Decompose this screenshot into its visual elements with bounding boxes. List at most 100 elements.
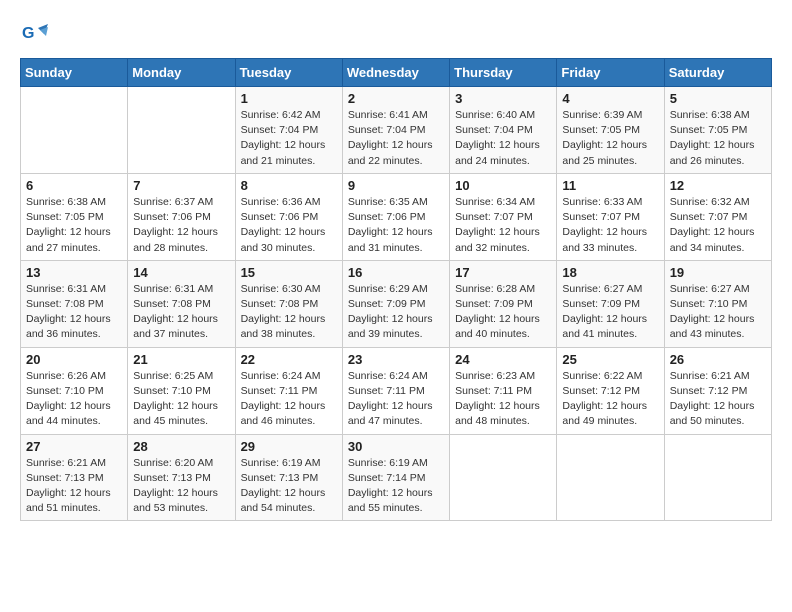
calendar-cell xyxy=(664,434,771,521)
day-number: 6 xyxy=(26,178,122,193)
day-number: 26 xyxy=(670,352,766,367)
logo-icon: G xyxy=(20,20,48,48)
calendar-cell: 18 Sunrise: 6:27 AM Sunset: 7:09 PM Dayli… xyxy=(557,260,664,347)
day-info: Sunrise: 6:38 AM Sunset: 7:05 PM Dayligh… xyxy=(26,195,122,256)
calendar-cell: 28 Sunrise: 6:20 AM Sunset: 7:13 PM Dayli… xyxy=(128,434,235,521)
day-info: Sunrise: 6:21 AM Sunset: 7:13 PM Dayligh… xyxy=(26,456,122,517)
day-number: 29 xyxy=(241,439,337,454)
calendar-cell xyxy=(21,87,128,174)
day-number: 8 xyxy=(241,178,337,193)
day-info: Sunrise: 6:29 AM Sunset: 7:09 PM Dayligh… xyxy=(348,282,444,343)
day-number: 9 xyxy=(348,178,444,193)
weekday-header-sunday: Sunday xyxy=(21,59,128,87)
day-info: Sunrise: 6:27 AM Sunset: 7:09 PM Dayligh… xyxy=(562,282,658,343)
calendar-cell: 14 Sunrise: 6:31 AM Sunset: 7:08 PM Dayli… xyxy=(128,260,235,347)
day-number: 10 xyxy=(455,178,551,193)
day-number: 16 xyxy=(348,265,444,280)
day-info: Sunrise: 6:39 AM Sunset: 7:05 PM Dayligh… xyxy=(562,108,658,169)
day-number: 21 xyxy=(133,352,229,367)
day-number: 25 xyxy=(562,352,658,367)
calendar-cell: 10 Sunrise: 6:34 AM Sunset: 7:07 PM Dayli… xyxy=(450,173,557,260)
day-info: Sunrise: 6:20 AM Sunset: 7:13 PM Dayligh… xyxy=(133,456,229,517)
calendar-cell xyxy=(450,434,557,521)
calendar-cell: 21 Sunrise: 6:25 AM Sunset: 7:10 PM Dayli… xyxy=(128,347,235,434)
day-number: 3 xyxy=(455,91,551,106)
day-info: Sunrise: 6:19 AM Sunset: 7:14 PM Dayligh… xyxy=(348,456,444,517)
day-number: 7 xyxy=(133,178,229,193)
calendar-cell: 7Sunrise: 6:37 AM Sunset: 7:06 PM Daylig… xyxy=(128,173,235,260)
day-number: 12 xyxy=(670,178,766,193)
weekday-header-tuesday: Tuesday xyxy=(235,59,342,87)
calendar-body: 1Sunrise: 6:42 AM Sunset: 7:04 PM Daylig… xyxy=(21,87,772,521)
calendar-cell: 13 Sunrise: 6:31 AM Sunset: 7:08 PM Dayli… xyxy=(21,260,128,347)
calendar-cell: 17 Sunrise: 6:28 AM Sunset: 7:09 PM Dayli… xyxy=(450,260,557,347)
day-number: 17 xyxy=(455,265,551,280)
day-number: 4 xyxy=(562,91,658,106)
calendar-cell: 24Sunrise: 6:23 AM Sunset: 7:11 PM Dayli… xyxy=(450,347,557,434)
day-info: Sunrise: 6:26 AM Sunset: 7:10 PM Dayligh… xyxy=(26,369,122,430)
day-number: 18 xyxy=(562,265,658,280)
calendar-cell: 20Sunrise: 6:26 AM Sunset: 7:10 PM Dayli… xyxy=(21,347,128,434)
day-info: Sunrise: 6:40 AM Sunset: 7:04 PM Dayligh… xyxy=(455,108,551,169)
calendar-cell: 22Sunrise: 6:24 AM Sunset: 7:11 PM Dayli… xyxy=(235,347,342,434)
page-header: G xyxy=(20,20,772,48)
calendar-cell: 26 Sunrise: 6:21 AM Sunset: 7:12 PM Dayli… xyxy=(664,347,771,434)
day-info: Sunrise: 6:27 AM Sunset: 7:10 PM Dayligh… xyxy=(670,282,766,343)
calendar-cell: 19 Sunrise: 6:27 AM Sunset: 7:10 PM Dayli… xyxy=(664,260,771,347)
logo: G xyxy=(20,20,50,48)
weekday-header-monday: Monday xyxy=(128,59,235,87)
day-info: Sunrise: 6:21 AM Sunset: 7:12 PM Dayligh… xyxy=(670,369,766,430)
day-info: Sunrise: 6:24 AM Sunset: 7:11 PM Dayligh… xyxy=(348,369,444,430)
calendar-cell: 12 Sunrise: 6:32 AM Sunset: 7:07 PM Dayli… xyxy=(664,173,771,260)
day-info: Sunrise: 6:41 AM Sunset: 7:04 PM Dayligh… xyxy=(348,108,444,169)
day-number: 27 xyxy=(26,439,122,454)
calendar-cell xyxy=(128,87,235,174)
weekday-header-row: SundayMondayTuesdayWednesdayThursdayFrid… xyxy=(21,59,772,87)
weekday-header-friday: Friday xyxy=(557,59,664,87)
day-info: Sunrise: 6:19 AM Sunset: 7:13 PM Dayligh… xyxy=(241,456,337,517)
calendar-cell xyxy=(557,434,664,521)
week-row-2: 6 Sunrise: 6:38 AM Sunset: 7:05 PM Daylig… xyxy=(21,173,772,260)
day-info: Sunrise: 6:36 AM Sunset: 7:06 PM Dayligh… xyxy=(241,195,337,256)
calendar-cell: 8 Sunrise: 6:36 AM Sunset: 7:06 PM Daylig… xyxy=(235,173,342,260)
day-number: 19 xyxy=(670,265,766,280)
day-number: 30 xyxy=(348,439,444,454)
calendar-cell: 11 Sunrise: 6:33 AM Sunset: 7:07 PM Dayli… xyxy=(557,173,664,260)
calendar-cell: 6 Sunrise: 6:38 AM Sunset: 7:05 PM Daylig… xyxy=(21,173,128,260)
svg-text:G: G xyxy=(22,25,34,42)
calendar-cell: 4 Sunrise: 6:39 AM Sunset: 7:05 PM Daylig… xyxy=(557,87,664,174)
day-number: 5 xyxy=(670,91,766,106)
week-row-5: 27 Sunrise: 6:21 AM Sunset: 7:13 PM Dayli… xyxy=(21,434,772,521)
week-row-1: 1Sunrise: 6:42 AM Sunset: 7:04 PM Daylig… xyxy=(21,87,772,174)
calendar-cell: 23Sunrise: 6:24 AM Sunset: 7:11 PM Dayli… xyxy=(342,347,449,434)
day-number: 15 xyxy=(241,265,337,280)
day-number: 22 xyxy=(241,352,337,367)
day-number: 2 xyxy=(348,91,444,106)
day-number: 11 xyxy=(562,178,658,193)
calendar-cell: 30 Sunrise: 6:19 AM Sunset: 7:14 PM Dayli… xyxy=(342,434,449,521)
calendar-cell: 3 Sunrise: 6:40 AM Sunset: 7:04 PM Daylig… xyxy=(450,87,557,174)
day-info: Sunrise: 6:35 AM Sunset: 7:06 PM Dayligh… xyxy=(348,195,444,256)
day-info: Sunrise: 6:30 AM Sunset: 7:08 PM Dayligh… xyxy=(241,282,337,343)
calendar-table: SundayMondayTuesdayWednesdayThursdayFrid… xyxy=(20,58,772,521)
day-info: Sunrise: 6:33 AM Sunset: 7:07 PM Dayligh… xyxy=(562,195,658,256)
calendar-cell: 16 Sunrise: 6:29 AM Sunset: 7:09 PM Dayli… xyxy=(342,260,449,347)
day-number: 1 xyxy=(241,91,337,106)
day-info: Sunrise: 6:32 AM Sunset: 7:07 PM Dayligh… xyxy=(670,195,766,256)
day-number: 13 xyxy=(26,265,122,280)
calendar-cell: 9 Sunrise: 6:35 AM Sunset: 7:06 PM Daylig… xyxy=(342,173,449,260)
day-info: Sunrise: 6:34 AM Sunset: 7:07 PM Dayligh… xyxy=(455,195,551,256)
day-info: Sunrise: 6:31 AM Sunset: 7:08 PM Dayligh… xyxy=(133,282,229,343)
calendar-cell: 5 Sunrise: 6:38 AM Sunset: 7:05 PM Daylig… xyxy=(664,87,771,174)
week-row-3: 13 Sunrise: 6:31 AM Sunset: 7:08 PM Dayli… xyxy=(21,260,772,347)
day-info: Sunrise: 6:28 AM Sunset: 7:09 PM Dayligh… xyxy=(455,282,551,343)
calendar-cell: 2 Sunrise: 6:41 AM Sunset: 7:04 PM Daylig… xyxy=(342,87,449,174)
calendar-cell: 25Sunrise: 6:22 AM Sunset: 7:12 PM Dayli… xyxy=(557,347,664,434)
day-number: 14 xyxy=(133,265,229,280)
weekday-header-thursday: Thursday xyxy=(450,59,557,87)
day-number: 28 xyxy=(133,439,229,454)
day-info: Sunrise: 6:31 AM Sunset: 7:08 PM Dayligh… xyxy=(26,282,122,343)
day-info: Sunrise: 6:23 AM Sunset: 7:11 PM Dayligh… xyxy=(455,369,551,430)
day-info: Sunrise: 6:38 AM Sunset: 7:05 PM Dayligh… xyxy=(670,108,766,169)
day-info: Sunrise: 6:25 AM Sunset: 7:10 PM Dayligh… xyxy=(133,369,229,430)
